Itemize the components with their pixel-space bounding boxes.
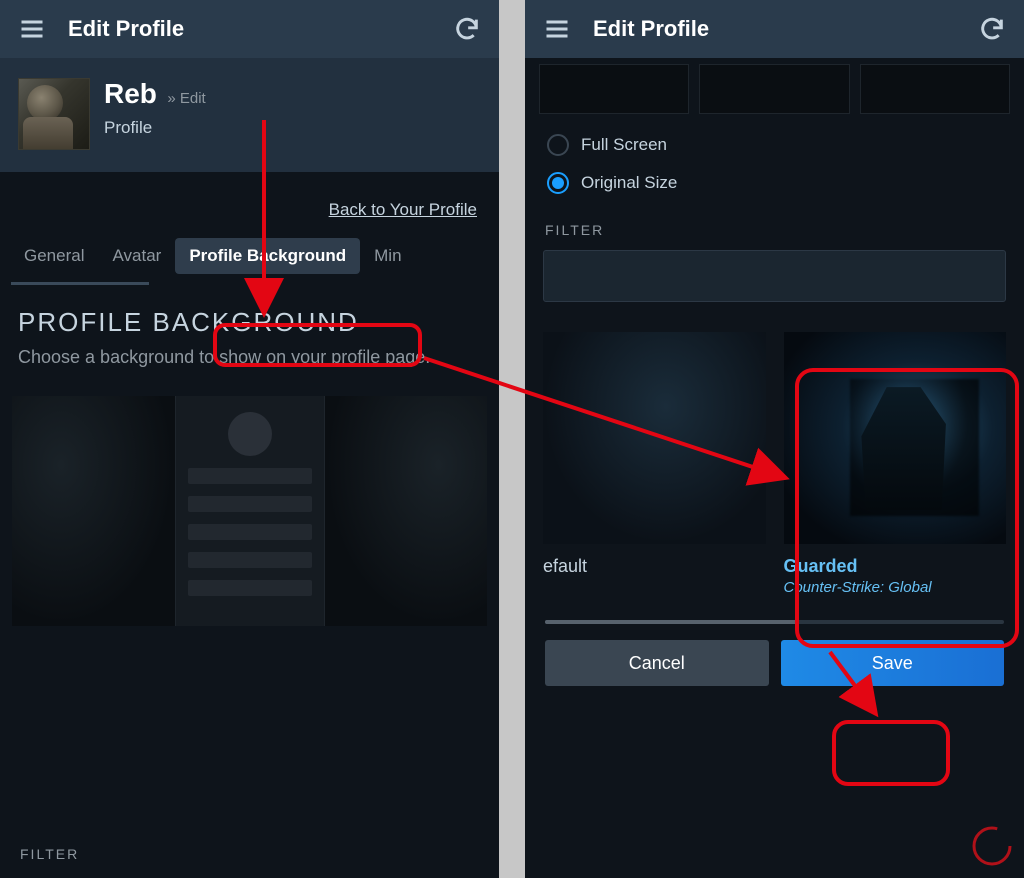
tab-min[interactable]: Min xyxy=(360,238,415,274)
cancel-button[interactable]: Cancel xyxy=(545,640,769,686)
refresh-icon[interactable] xyxy=(978,15,1006,43)
back-to-profile-link[interactable]: Back to Your Profile xyxy=(329,200,477,219)
header-bar: Edit Profile xyxy=(0,0,499,58)
menu-icon[interactable] xyxy=(543,15,571,43)
tabs: General Avatar Profile Background Min xyxy=(0,234,499,278)
scroll-indicator[interactable] xyxy=(545,620,1004,624)
radio-off-icon xyxy=(547,134,569,156)
card-label: Guarded xyxy=(784,556,1007,577)
refresh-icon[interactable] xyxy=(453,15,481,43)
card-image xyxy=(543,332,766,544)
section-desc: Choose a background to show on your prof… xyxy=(0,344,499,388)
profile-name: Reb xyxy=(104,78,157,110)
preview-thumb xyxy=(860,64,1010,114)
preview-thumbs xyxy=(539,64,1010,114)
preview-thumb xyxy=(539,64,689,114)
filter-input[interactable] xyxy=(543,250,1006,302)
background-preview xyxy=(12,396,487,626)
filter-label: FILTER xyxy=(0,826,99,868)
breadcrumb-sub: Profile xyxy=(104,118,206,138)
page-title: Edit Profile xyxy=(68,16,184,42)
screenshot-right: Edit Profile Full Screen Original Size F… xyxy=(519,0,1024,878)
card-guarded[interactable]: Guarded Counter-Strike: Global xyxy=(784,332,1007,596)
header-bar: Edit Profile xyxy=(525,0,1024,58)
radio-label: Original Size xyxy=(581,173,677,193)
menu-icon[interactable] xyxy=(18,15,46,43)
card-label: efault xyxy=(543,556,766,577)
radio-full-screen[interactable]: Full Screen xyxy=(525,126,1024,164)
profile-summary: Reb » Edit Profile xyxy=(0,58,499,172)
radio-label: Full Screen xyxy=(581,135,667,155)
card-sublabel: Counter-Strike: Global xyxy=(784,579,1007,596)
watermark-icon xyxy=(966,820,1018,872)
page-title: Edit Profile xyxy=(593,16,709,42)
screenshot-left: Edit Profile Reb » Edit Profile Back to … xyxy=(0,0,505,878)
card-image xyxy=(784,332,1007,544)
radio-original-size[interactable]: Original Size xyxy=(525,164,1024,202)
preview-thumb xyxy=(699,64,849,114)
section-title: PROFILE BACKGROUND xyxy=(0,285,499,344)
avatar[interactable] xyxy=(18,78,90,150)
filter-label: FILTER xyxy=(525,202,1024,244)
tab-general[interactable]: General xyxy=(10,238,98,274)
breadcrumb: » Edit xyxy=(167,90,205,107)
tab-profile-background[interactable]: Profile Background xyxy=(175,238,360,274)
card-default[interactable]: efault . xyxy=(543,332,766,596)
radio-on-icon xyxy=(547,172,569,194)
tab-avatar[interactable]: Avatar xyxy=(98,238,175,274)
save-button[interactable]: Save xyxy=(781,640,1005,686)
